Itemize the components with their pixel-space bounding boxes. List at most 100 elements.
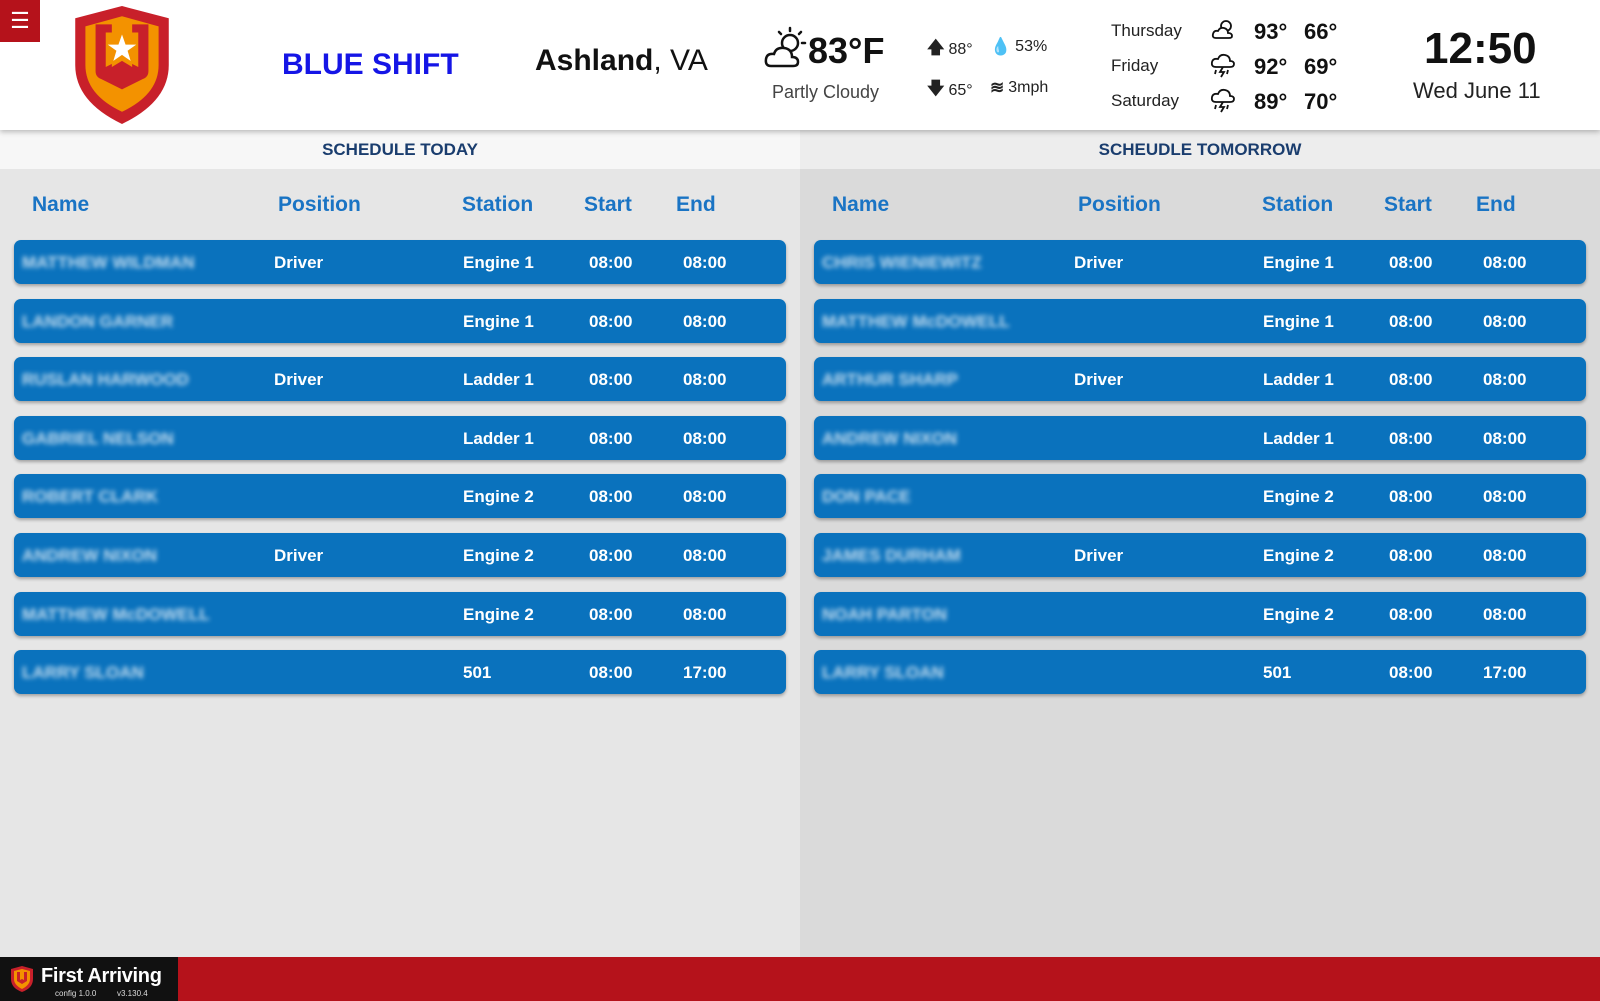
column-header-name: Name — [32, 193, 90, 216]
shift-start: 08:00 — [589, 487, 633, 507]
high-temp-value: 88° — [948, 40, 973, 58]
column-header-position: Position — [1078, 193, 1161, 216]
forecast-high-1: 93° — [1254, 19, 1288, 44]
shift-end: 08:00 — [1483, 370, 1527, 390]
humidity: 💧 53% — [990, 37, 1047, 57]
shift-start: 08:00 — [1389, 311, 1433, 331]
schedule-row[interactable]: LARRY SLOAN 501 08:00 17:00 — [814, 650, 1586, 695]
city-name: Ashland — [535, 44, 654, 77]
top-bar: ☰ BLUE SHIFT Ashland, VA 83°F Partly Clo… — [0, 0, 1600, 130]
wind-icon: ≋ — [990, 78, 1005, 97]
staff-position: Driver — [1074, 370, 1124, 390]
high-temp: 🡅 88° — [927, 35, 973, 64]
department-shield-logo — [75, 6, 169, 124]
forecast-low-1: 66° — [1304, 19, 1338, 44]
location: Ashland, VA — [535, 44, 708, 78]
staff-station: Ladder 1 — [463, 428, 534, 448]
shift-start: 08:00 — [589, 604, 633, 624]
state-name: , VA — [653, 44, 708, 77]
forecast-low-2: 69° — [1304, 54, 1338, 79]
shift-end: 08:00 — [683, 428, 727, 448]
shift-start: 08:00 — [1389, 428, 1433, 448]
shift-start: 08:00 — [589, 545, 633, 565]
column-header-position: Position — [278, 193, 361, 216]
column-header-station: Station — [462, 193, 534, 216]
schedule-row[interactable]: JAMES DURHAM Driver Engine 2 08:00 08:00 — [814, 532, 1586, 577]
shift-start: 08:00 — [589, 663, 633, 683]
forecast-high-3: 89° — [1254, 89, 1288, 114]
shift-end: 08:00 — [1483, 253, 1527, 272]
schedule-row[interactable]: LANDON GARNER Engine 1 08:00 08:00 — [14, 298, 786, 343]
schedule-row[interactable]: RUSLAN HARWOOD Driver Ladder 1 08:00 08:… — [14, 357, 786, 402]
staff-name: LARRY SLOAN — [822, 663, 944, 683]
forecast-day-3: Saturday — [1111, 91, 1180, 110]
clock-date: Wed June 11 — [1413, 78, 1541, 103]
staff-station: Engine 2 — [1263, 604, 1334, 624]
staff-station: Engine 1 — [463, 311, 534, 331]
staff-name: GABRIEL NELSON — [22, 428, 174, 448]
schedule-row[interactable]: NOAH PARTON Engine 2 08:00 08:00 — [814, 591, 1586, 636]
staff-name: DON PACE — [822, 487, 911, 507]
shift-end: 08:00 — [683, 487, 727, 507]
schedule-row[interactable]: MATTHEW McDOWELL Engine 1 08:00 08:00 — [814, 298, 1586, 343]
hamburger-menu-icon: ☰ — [10, 8, 30, 33]
schedule-row[interactable]: ARTHUR SHARP Driver Ladder 1 08:00 08:00 — [814, 357, 1586, 402]
wind-value: 3mph — [1008, 79, 1049, 96]
schedule-row[interactable]: MATTHEW McDOWELL Engine 2 08:00 08:00 — [14, 591, 786, 636]
shift-end: 08:00 — [683, 604, 727, 624]
schedule-row[interactable]: GABRIEL NELSON Ladder 1 08:00 08:00 — [14, 415, 786, 460]
staff-name: ROBERT CLARK — [22, 487, 158, 507]
schedule-tomorrow-title: SCHEUDLE TOMORROW — [800, 130, 1600, 169]
shift-end: 17:00 — [683, 663, 727, 683]
staff-name: LARRY SLOAN — [22, 663, 144, 683]
shift-end: 08:00 — [1483, 487, 1527, 507]
shift-end: 17:00 — [1483, 663, 1527, 683]
staff-station: Engine 1 — [1263, 311, 1334, 331]
partly-cloudy-sun-icon — [764, 26, 807, 68]
weather-condition: Partly Cloudy — [772, 82, 880, 102]
shift-end: 08:00 — [683, 545, 727, 565]
schedule-today-panel: SCHEDULE TODAY Name Position Station Sta… — [0, 130, 800, 957]
low-temp: 🡇 65° — [927, 76, 973, 105]
schedule-today-column-headers: Name Position Station Start End — [0, 169, 800, 239]
shift-start: 08:00 — [589, 370, 633, 390]
schedule-row[interactable]: DON PACE Engine 2 08:00 08:00 — [814, 474, 1586, 519]
staff-station: Engine 2 — [1263, 545, 1334, 565]
shift-start: 08:00 — [1389, 663, 1433, 683]
footer-brand: First Arriving config 1.0.0 v3.130.4 — [0, 957, 178, 1001]
low-temp-value: 65° — [948, 81, 973, 99]
staff-position: Driver — [274, 370, 324, 390]
staff-name: ANDREW NIXON — [822, 428, 958, 448]
shift-end: 08:00 — [1483, 311, 1527, 331]
config-version: config 1.0.0 — [55, 989, 97, 998]
shift-end: 08:00 — [1483, 604, 1527, 624]
staff-station: Engine 2 — [1263, 487, 1334, 507]
staff-name: MATTHEW WILDMAN — [22, 253, 195, 272]
schedule-row[interactable]: LARRY SLOAN 501 08:00 17:00 — [14, 650, 786, 695]
arrow-up-icon: 🡅 — [927, 38, 945, 57]
staff-position: Driver — [274, 253, 324, 272]
staff-station: Engine 1 — [463, 253, 534, 272]
shift-end: 08:00 — [683, 253, 727, 272]
thunderstorm-icon — [1210, 88, 1235, 113]
water-drop-icon: 💧 — [990, 37, 1012, 56]
humidity-value: 53% — [1015, 38, 1048, 55]
menu-button[interactable]: ☰ — [0, 0, 40, 42]
arrow-down-icon: 🡇 — [927, 79, 945, 98]
schedule-tomorrow-panel: SCHEUDLE TOMORROW Name Position Station … — [800, 130, 1600, 957]
schedule-row[interactable]: MATTHEW WILDMAN Driver Engine 1 08:00 08… — [14, 240, 786, 284]
clock-time: 12:50 — [1424, 24, 1537, 73]
staff-name: MATTHEW McDOWELL — [22, 604, 210, 624]
schedule-tomorrow-column-headers: Name Position Station Start End — [800, 169, 1600, 239]
staff-station: Engine 2 — [463, 545, 534, 565]
brand-name: First Arriving — [41, 965, 162, 987]
shift-start: 08:00 — [1389, 253, 1433, 272]
schedule-row[interactable]: ANDREW NIXON Driver Engine 2 08:00 08:00 — [14, 532, 786, 577]
schedule-today-title: SCHEDULE TODAY — [0, 130, 800, 169]
column-header-end: End — [1476, 193, 1516, 216]
schedule-row[interactable]: ANDREW NIXON Ladder 1 08:00 08:00 — [814, 415, 1586, 460]
schedule-row[interactable]: ROBERT CLARK Engine 2 08:00 08:00 — [14, 474, 786, 519]
schedule-tomorrow-list: CHRIS WIENIEWITZ Driver Engine 1 08:00 0… — [814, 240, 1586, 709]
schedule-row[interactable]: CHRIS WIENIEWITZ Driver Engine 1 08:00 0… — [814, 240, 1586, 284]
staff-name: LANDON GARNER — [22, 311, 174, 331]
